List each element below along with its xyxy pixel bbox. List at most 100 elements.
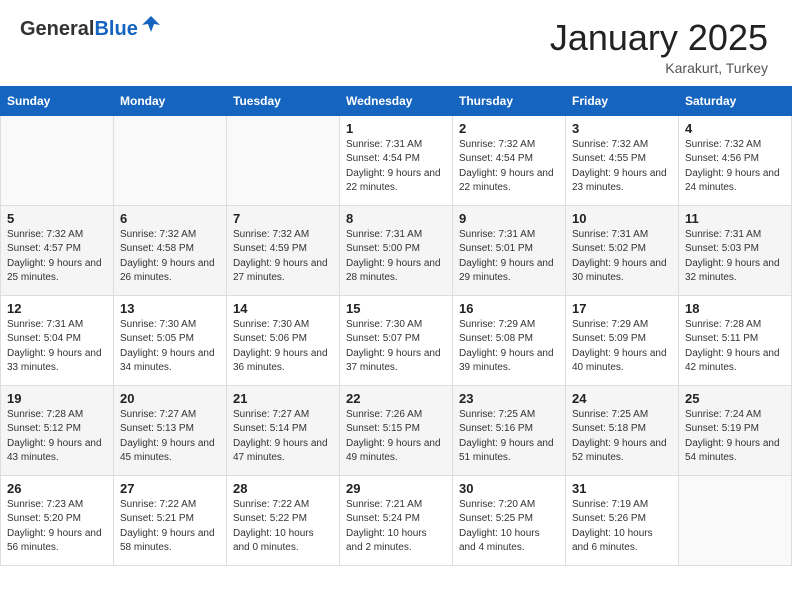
day-number: 18 (685, 301, 785, 316)
day-number: 2 (459, 121, 559, 136)
day-info: Sunrise: 7:32 AM Sunset: 4:57 PM Dayligh… (7, 228, 107, 286)
calendar-cell: 30 Sunrise: 7:20 AM Sunset: 5:25 PM Dayli… (453, 475, 566, 565)
day-number: 31 (572, 481, 672, 496)
day-number: 28 (233, 481, 333, 496)
day-info: Sunrise: 7:31 AM Sunset: 5:03 PM Dayligh… (685, 228, 785, 286)
calendar-cell: 27Sunrise: 7:22 AM Sunset: 5:21 PM Dayli… (114, 475, 227, 565)
day-number: 19 (7, 391, 107, 406)
calendar-page: General Blue January 2025 Karakurt, Turk… (0, 0, 792, 612)
calendar-cell: 12Sunrise: 7:31 AM Sunset: 5:04 PM Dayli… (1, 295, 114, 385)
day-info: Sunrise: 7:30 AM Sunset: 5:07 PM Dayligh… (346, 318, 446, 376)
calendar-cell: 2 Sunrise: 7:32 AM Sunset: 4:54 PM Daylig… (453, 115, 566, 205)
day-number: 22 (346, 391, 446, 406)
day-info: Sunrise: 7:31 AM Sunset: 5:04 PM Dayligh… (7, 318, 107, 376)
weekday-header-monday: Monday (114, 86, 227, 115)
calendar-week-row: 19 Sunrise: 7:28 AM Sunset: 5:12 PM Dayli… (1, 385, 792, 475)
calendar-cell: 10 Sunrise: 7:31 AM Sunset: 5:02 PM Dayli… (566, 205, 679, 295)
calendar-cell: 7Sunrise: 7:32 AM Sunset: 4:59 PM Daylig… (227, 205, 340, 295)
day-number: 25 (685, 391, 785, 406)
calendar-cell: 13Sunrise: 7:30 AM Sunset: 5:05 PM Dayli… (114, 295, 227, 385)
calendar-cell: 14 Sunrise: 7:30 AM Sunset: 5:06 PM Dayli… (227, 295, 340, 385)
calendar-cell: 16 Sunrise: 7:29 AM Sunset: 5:08 PM Dayli… (453, 295, 566, 385)
day-number: 29 (346, 481, 446, 496)
calendar-cell: 8 Sunrise: 7:31 AM Sunset: 5:00 PM Daylig… (340, 205, 453, 295)
day-number: 14 (233, 301, 333, 316)
day-number: 21 (233, 391, 333, 406)
day-info: Sunrise: 7:32 AM Sunset: 4:55 PM Dayligh… (572, 138, 672, 196)
day-number: 6 (120, 211, 220, 226)
day-number: 3 (572, 121, 672, 136)
calendar-cell: 22 Sunrise: 7:26 AM Sunset: 5:15 PM Dayli… (340, 385, 453, 475)
weekday-header-tuesday: Tuesday (227, 86, 340, 115)
day-info: Sunrise: 7:25 AM Sunset: 5:18 PM Dayligh… (572, 408, 672, 466)
day-number: 9 (459, 211, 559, 226)
calendar-cell: 15 Sunrise: 7:30 AM Sunset: 5:07 PM Dayli… (340, 295, 453, 385)
day-info: Sunrise: 7:31 AM Sunset: 5:02 PM Dayligh… (572, 228, 672, 286)
day-number: 30 (459, 481, 559, 496)
day-number: 27 (120, 481, 220, 496)
calendar-cell (1, 115, 114, 205)
calendar-week-row: 5 Sunrise: 7:32 AM Sunset: 4:57 PM Daylig… (1, 205, 792, 295)
day-info: Sunrise: 7:22 AM Sunset: 5:22 PM Dayligh… (233, 498, 333, 556)
calendar-cell: 3 Sunrise: 7:32 AM Sunset: 4:55 PM Daylig… (566, 115, 679, 205)
header: General Blue January 2025 Karakurt, Turk… (0, 0, 792, 86)
day-info: Sunrise: 7:32 AM Sunset: 4:56 PM Dayligh… (685, 138, 785, 196)
day-info: Sunrise: 7:21 AM Sunset: 5:24 PM Dayligh… (346, 498, 446, 556)
weekday-header-row: SundayMondayTuesdayWednesdayThursdayFrid… (1, 86, 792, 115)
day-number: 10 (572, 211, 672, 226)
logo-bird-icon (140, 14, 162, 41)
day-info: Sunrise: 7:29 AM Sunset: 5:08 PM Dayligh… (459, 318, 559, 376)
calendar-cell: 6 Sunrise: 7:32 AM Sunset: 4:58 PM Daylig… (114, 205, 227, 295)
logo: General Blue (20, 18, 162, 41)
day-info: Sunrise: 7:31 AM Sunset: 4:54 PM Dayligh… (346, 138, 446, 196)
calendar-cell: 19 Sunrise: 7:28 AM Sunset: 5:12 PM Dayli… (1, 385, 114, 475)
day-number: 17 (572, 301, 672, 316)
day-number: 20 (120, 391, 220, 406)
calendar-cell: 26Sunrise: 7:23 AM Sunset: 5:20 PM Dayli… (1, 475, 114, 565)
calendar-cell: 20 Sunrise: 7:27 AM Sunset: 5:13 PM Dayli… (114, 385, 227, 475)
day-info: Sunrise: 7:32 AM Sunset: 4:59 PM Dayligh… (233, 228, 333, 286)
day-number: 4 (685, 121, 785, 136)
day-info: Sunrise: 7:24 AM Sunset: 5:19 PM Dayligh… (685, 408, 785, 466)
calendar-cell: 5 Sunrise: 7:32 AM Sunset: 4:57 PM Daylig… (1, 205, 114, 295)
day-info: Sunrise: 7:32 AM Sunset: 4:54 PM Dayligh… (459, 138, 559, 196)
day-info: Sunrise: 7:27 AM Sunset: 5:13 PM Dayligh… (120, 408, 220, 466)
day-number: 8 (346, 211, 446, 226)
calendar-cell (679, 475, 792, 565)
day-number: 16 (459, 301, 559, 316)
day-number: 15 (346, 301, 446, 316)
calendar-week-row: 1Sunrise: 7:31 AM Sunset: 4:54 PM Daylig… (1, 115, 792, 205)
day-number: 24 (572, 391, 672, 406)
calendar-cell: 21 Sunrise: 7:27 AM Sunset: 5:14 PM Dayli… (227, 385, 340, 475)
calendar-cell: 31Sunrise: 7:19 AM Sunset: 5:26 PM Dayli… (566, 475, 679, 565)
location: Karakurt, Turkey (550, 60, 768, 76)
day-info: Sunrise: 7:27 AM Sunset: 5:14 PM Dayligh… (233, 408, 333, 466)
day-info: Sunrise: 7:29 AM Sunset: 5:09 PM Dayligh… (572, 318, 672, 376)
logo-general-text: General (20, 18, 94, 41)
calendar-cell: 1Sunrise: 7:31 AM Sunset: 4:54 PM Daylig… (340, 115, 453, 205)
calendar-cell: 17 Sunrise: 7:29 AM Sunset: 5:09 PM Dayli… (566, 295, 679, 385)
weekday-header-wednesday: Wednesday (340, 86, 453, 115)
calendar-cell: 4 Sunrise: 7:32 AM Sunset: 4:56 PM Daylig… (679, 115, 792, 205)
calendar-table: SundayMondayTuesdayWednesdayThursdayFrid… (0, 86, 792, 566)
calendar-cell: 11 Sunrise: 7:31 AM Sunset: 5:03 PM Dayli… (679, 205, 792, 295)
calendar-cell: 24 Sunrise: 7:25 AM Sunset: 5:18 PM Dayli… (566, 385, 679, 475)
day-info: Sunrise: 7:20 AM Sunset: 5:25 PM Dayligh… (459, 498, 559, 556)
calendar-cell: 29 Sunrise: 7:21 AM Sunset: 5:24 PM Dayli… (340, 475, 453, 565)
day-info: Sunrise: 7:26 AM Sunset: 5:15 PM Dayligh… (346, 408, 446, 466)
day-info: Sunrise: 7:32 AM Sunset: 4:58 PM Dayligh… (120, 228, 220, 286)
weekday-header-saturday: Saturday (679, 86, 792, 115)
day-info: Sunrise: 7:31 AM Sunset: 5:01 PM Dayligh… (459, 228, 559, 286)
day-number: 5 (7, 211, 107, 226)
weekday-header-friday: Friday (566, 86, 679, 115)
day-info: Sunrise: 7:30 AM Sunset: 5:06 PM Dayligh… (233, 318, 333, 376)
month-title: January 2025 (550, 18, 768, 58)
day-info: Sunrise: 7:31 AM Sunset: 5:00 PM Dayligh… (346, 228, 446, 286)
day-number: 11 (685, 211, 785, 226)
calendar-week-row: 12Sunrise: 7:31 AM Sunset: 5:04 PM Dayli… (1, 295, 792, 385)
weekday-header-thursday: Thursday (453, 86, 566, 115)
calendar-cell: 9 Sunrise: 7:31 AM Sunset: 5:01 PM Daylig… (453, 205, 566, 295)
calendar-cell (114, 115, 227, 205)
calendar-cell: 23Sunrise: 7:25 AM Sunset: 5:16 PM Dayli… (453, 385, 566, 475)
day-info: Sunrise: 7:28 AM Sunset: 5:12 PM Dayligh… (7, 408, 107, 466)
